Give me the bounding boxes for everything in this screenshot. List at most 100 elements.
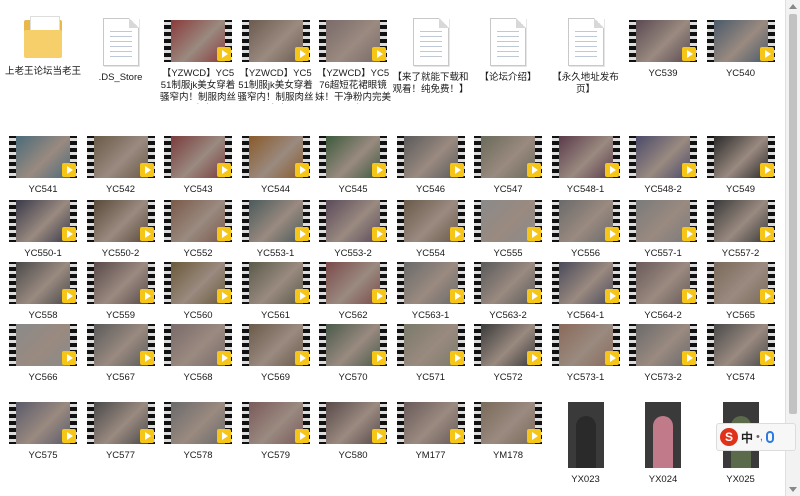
ime-toolbar[interactable]: S 中 •,	[716, 423, 796, 451]
file-name-label: YC568	[183, 372, 213, 383]
file-item[interactable]: YC550-2	[83, 200, 159, 260]
sogou-logo-icon[interactable]: S	[720, 428, 738, 446]
file-item[interactable]: YC558	[5, 262, 81, 322]
file-item[interactable]: YC563-1	[393, 262, 469, 322]
file-item[interactable]: YC541	[5, 136, 81, 196]
file-item[interactable]: YC573-1	[548, 324, 624, 384]
file-name-label: YC554	[415, 248, 446, 259]
file-item[interactable]: 【YZWCD】YC551制服jk美女穿着骚窄内！制服肉丝配白内	[160, 20, 236, 104]
video-thumbnail	[86, 402, 155, 444]
file-item[interactable]: YC542	[83, 136, 159, 196]
file-name-label: YC555	[493, 248, 523, 259]
player-badge-icon	[449, 429, 464, 443]
file-name-label: 【YZWCD】YC551制服jk美女穿着骚窄内！制服肉丝配白内	[160, 68, 236, 103]
file-item[interactable]: YC577	[83, 402, 159, 462]
file-item[interactable]: YC547	[470, 136, 546, 196]
file-item[interactable]: YC556	[548, 200, 624, 260]
video-thumbnail	[86, 200, 155, 242]
file-item[interactable]: YX023	[548, 402, 624, 486]
file-item[interactable]: YC552	[160, 200, 236, 260]
file-item[interactable]: YC557-2	[703, 200, 779, 260]
file-item[interactable]: YC573-2	[625, 324, 701, 384]
video-thumbnail	[164, 262, 232, 304]
file-item[interactable]: YC575	[5, 402, 81, 462]
file-item[interactable]: YC578	[160, 402, 236, 462]
file-item[interactable]: YM177	[393, 402, 469, 462]
file-item[interactable]: YC554	[393, 200, 469, 260]
file-item[interactable]: 【论坛介绍】	[470, 16, 546, 84]
video-thumbnail	[319, 402, 387, 444]
file-item[interactable]: YC559	[83, 262, 159, 322]
file-item[interactable]: YC561	[238, 262, 314, 322]
file-item[interactable]: YC563-2	[470, 262, 546, 322]
file-name-label: YC578	[183, 450, 213, 461]
video-thumbnail	[164, 402, 232, 444]
file-item[interactable]: 【YZWCD】YC551制服jk美女穿着骚窄内！制服肉丝配白内2	[238, 20, 314, 104]
file-item[interactable]: YM178	[470, 402, 546, 462]
video-thumbnail	[629, 136, 697, 178]
file-item[interactable]: YC560	[160, 262, 236, 322]
file-item[interactable]: YC564-2	[625, 262, 701, 322]
file-name-label: YC574	[725, 372, 756, 383]
file-item[interactable]: YC565	[703, 262, 779, 322]
file-item[interactable]: 【来了就能下载和观看！纯免费！】	[393, 16, 469, 96]
folder-item[interactable]: 上老王论坛当老王	[5, 16, 81, 78]
document-icon	[567, 18, 604, 66]
file-item[interactable]: YC548-1	[548, 136, 624, 196]
file-name-label: YC565	[725, 310, 756, 321]
file-item[interactable]: YC548-2	[625, 136, 701, 196]
file-item[interactable]: YC568	[160, 324, 236, 384]
file-item[interactable]: YC553-2	[315, 200, 391, 260]
file-item[interactable]: 【永久地址发布页】	[548, 16, 624, 96]
player-badge-icon	[294, 47, 309, 61]
player-badge-icon	[604, 289, 619, 303]
file-name-label: YC570	[338, 372, 368, 383]
scroll-down-icon[interactable]	[789, 487, 797, 492]
scrollbar-thumb[interactable]	[789, 14, 797, 414]
file-item[interactable]: YC550-1	[5, 200, 81, 260]
video-thumbnail	[319, 324, 387, 366]
file-item[interactable]: YC580	[315, 402, 391, 462]
file-item[interactable]: YC549	[703, 136, 779, 196]
file-item[interactable]: YC569	[238, 324, 314, 384]
file-item[interactable]: YC566	[5, 324, 81, 384]
ime-language-toggle[interactable]: 中	[741, 429, 753, 446]
video-thumbnail	[474, 402, 542, 444]
file-item[interactable]: YX024	[625, 402, 701, 486]
file-item[interactable]: YC564-1	[548, 262, 624, 322]
player-badge-icon	[372, 227, 386, 241]
player-badge-icon	[759, 163, 774, 177]
file-item[interactable]: YC544	[238, 136, 314, 196]
player-badge-icon	[604, 351, 619, 365]
file-name-label: YC564-1	[566, 310, 605, 321]
file-item[interactable]: YC570	[315, 324, 391, 384]
file-name-label: YC539	[648, 68, 678, 79]
player-badge-icon	[217, 47, 231, 61]
file-item[interactable]: 【YZWCD】YC576超短花裙眼镜妹！干净粉内完美露出	[315, 20, 391, 104]
file-item[interactable]: YC540	[703, 20, 779, 104]
player-badge-icon	[62, 351, 76, 365]
file-item[interactable]: YC572	[470, 324, 546, 384]
microphone-icon[interactable]	[765, 431, 774, 443]
player-badge-icon	[449, 227, 464, 241]
file-item[interactable]: .DS_Store	[83, 16, 159, 84]
file-item[interactable]: YC557-1	[625, 200, 701, 260]
file-item[interactable]: YC539	[625, 20, 701, 104]
file-item[interactable]: YC562	[315, 262, 391, 322]
player-badge-icon	[759, 227, 774, 241]
file-item[interactable]: YC567	[83, 324, 159, 384]
player-badge-icon	[139, 227, 154, 241]
vertical-scrollbar[interactable]	[785, 0, 800, 496]
file-name-label: YC563-2	[489, 310, 527, 321]
video-thumbnail	[9, 136, 77, 178]
ime-punctuation-toggle[interactable]: •,	[756, 431, 763, 443]
file-item[interactable]: YC546	[393, 136, 469, 196]
file-item[interactable]: YC545	[315, 136, 391, 196]
file-item[interactable]: YC579	[238, 402, 314, 462]
file-item[interactable]: YC543	[160, 136, 236, 196]
file-item[interactable]: YC553-1	[238, 200, 314, 260]
scroll-up-icon[interactable]	[789, 4, 797, 9]
file-item[interactable]: YC571	[393, 324, 469, 384]
file-item[interactable]: YC574	[703, 324, 779, 384]
file-item[interactable]: YC555	[470, 200, 546, 260]
